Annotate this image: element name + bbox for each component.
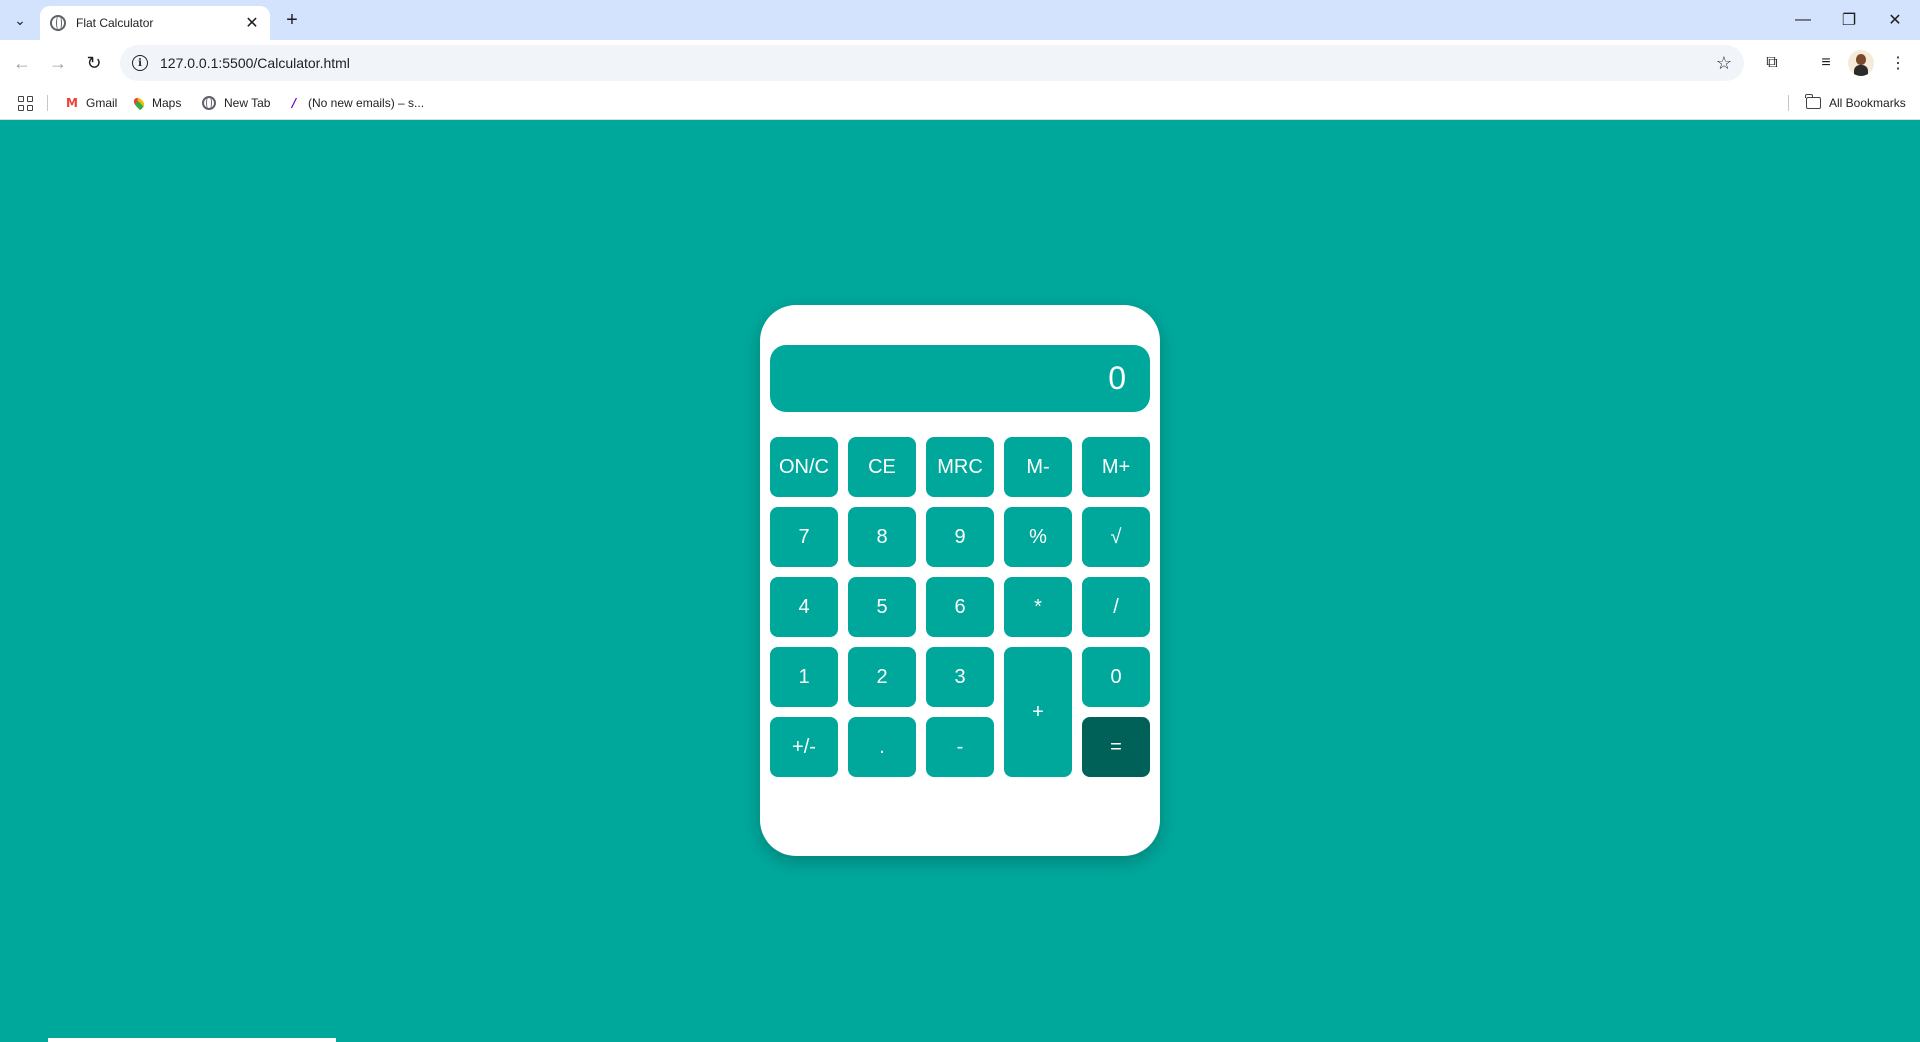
memory-recall-button[interactable]: MRC xyxy=(926,437,994,497)
digit-9-button[interactable]: 9 xyxy=(926,507,994,567)
digit-1-button[interactable]: 1 xyxy=(770,647,838,707)
browser-toolbar: ← → ↻ i 127.0.0.1:5500/Calculator.html ☆… xyxy=(0,40,1920,86)
reload-button[interactable]: ↻ xyxy=(80,49,108,77)
horizontal-scrollbar[interactable] xyxy=(48,1038,336,1042)
equals-button[interactable]: = xyxy=(1082,717,1150,777)
address-bar[interactable]: i 127.0.0.1:5500/Calculator.html ☆ xyxy=(120,45,1744,81)
bookmark-new-tab[interactable]: New Tab xyxy=(202,93,270,113)
percent-button[interactable]: % xyxy=(1004,507,1072,567)
bookmark-maps[interactable]: Maps xyxy=(131,93,182,113)
tab-title: Flat Calculator xyxy=(76,16,154,30)
on-clear-button[interactable]: ON/C xyxy=(770,437,838,497)
digit-5-button[interactable]: 5 xyxy=(848,577,916,637)
new-tab-button[interactable]: + xyxy=(280,8,304,32)
tab-search-button[interactable]: ⌄ xyxy=(8,8,32,32)
digit-7-button[interactable]: 7 xyxy=(770,507,838,567)
minus-button[interactable]: - xyxy=(926,717,994,777)
digit-8-button[interactable]: 8 xyxy=(848,507,916,567)
globe-icon xyxy=(50,15,66,31)
bookmark-gmail[interactable]: M Gmail xyxy=(64,93,117,113)
apps-grid-icon[interactable] xyxy=(18,96,33,111)
bookmark-yahoo-mail[interactable]: / (No new emails) – s... xyxy=(286,93,424,113)
restore-button[interactable]: ❐ xyxy=(1826,0,1872,40)
bookmarks-bar: M Gmail Maps New Tab / (No new emails) –… xyxy=(0,86,1920,120)
digit-3-button[interactable]: 3 xyxy=(926,647,994,707)
page-content: 0 ON/C CE MRC M- M+ 7 8 9 % √ 4 5 6 * / … xyxy=(0,120,1920,1042)
gmail-icon: M xyxy=(66,96,78,110)
digit-4-button[interactable]: 4 xyxy=(770,577,838,637)
square-root-button[interactable]: √ xyxy=(1082,507,1150,567)
plus-button[interactable]: + xyxy=(1004,647,1072,777)
digit-0-button[interactable]: 0 xyxy=(1082,647,1150,707)
all-bookmarks-button[interactable]: All Bookmarks xyxy=(1805,93,1906,113)
browser-menu-icon[interactable]: ⋮ xyxy=(1884,49,1912,77)
close-window-button[interactable]: ✕ xyxy=(1872,0,1918,40)
tab-flat-calculator[interactable]: Flat Calculator ✕ xyxy=(40,6,270,40)
media-controls-icon[interactable]: ≡ xyxy=(1812,49,1840,77)
decimal-button[interactable]: . xyxy=(848,717,916,777)
yahoo-icon: / xyxy=(291,96,297,110)
multiply-button[interactable]: * xyxy=(1004,577,1072,637)
folder-icon xyxy=(1805,94,1821,109)
maps-icon xyxy=(131,95,147,111)
sign-toggle-button[interactable]: +/- xyxy=(770,717,838,777)
digit-6-button[interactable]: 6 xyxy=(926,577,994,637)
globe-icon xyxy=(202,96,216,110)
url-text[interactable]: 127.0.0.1:5500/Calculator.html xyxy=(160,55,1716,71)
bookmark-label: Gmail xyxy=(86,96,118,110)
calculator: 0 ON/C CE MRC M- M+ 7 8 9 % √ 4 5 6 * / … xyxy=(760,305,1160,856)
back-button[interactable]: ← xyxy=(8,49,36,77)
bookmark-label: (No new emails) – s... xyxy=(308,96,425,110)
memory-plus-button[interactable]: M+ xyxy=(1082,437,1150,497)
tab-strip: ⌄ Flat Calculator ✕ + — ❐ ✕ xyxy=(0,0,1920,40)
bookmark-star-icon[interactable]: ☆ xyxy=(1716,53,1732,74)
forward-button[interactable]: → xyxy=(44,49,72,77)
site-info-icon[interactable]: i xyxy=(132,55,148,71)
profile-avatar[interactable] xyxy=(1848,50,1874,76)
bookmarks-divider xyxy=(47,95,48,111)
bookmark-label: New Tab xyxy=(224,96,271,110)
tab-close-icon[interactable]: ✕ xyxy=(244,13,260,33)
memory-minus-button[interactable]: M- xyxy=(1004,437,1072,497)
calculator-display: 0 xyxy=(770,345,1150,412)
divide-button[interactable]: / xyxy=(1082,577,1150,637)
clear-entry-button[interactable]: CE xyxy=(848,437,916,497)
bookmark-label: Maps xyxy=(152,96,182,110)
extensions-icon[interactable]: ⧉ xyxy=(1758,49,1786,77)
bookmarks-divider xyxy=(1788,95,1789,111)
all-bookmarks-label: All Bookmarks xyxy=(1829,96,1906,110)
minimize-button[interactable]: — xyxy=(1780,0,1826,40)
digit-2-button[interactable]: 2 xyxy=(848,647,916,707)
